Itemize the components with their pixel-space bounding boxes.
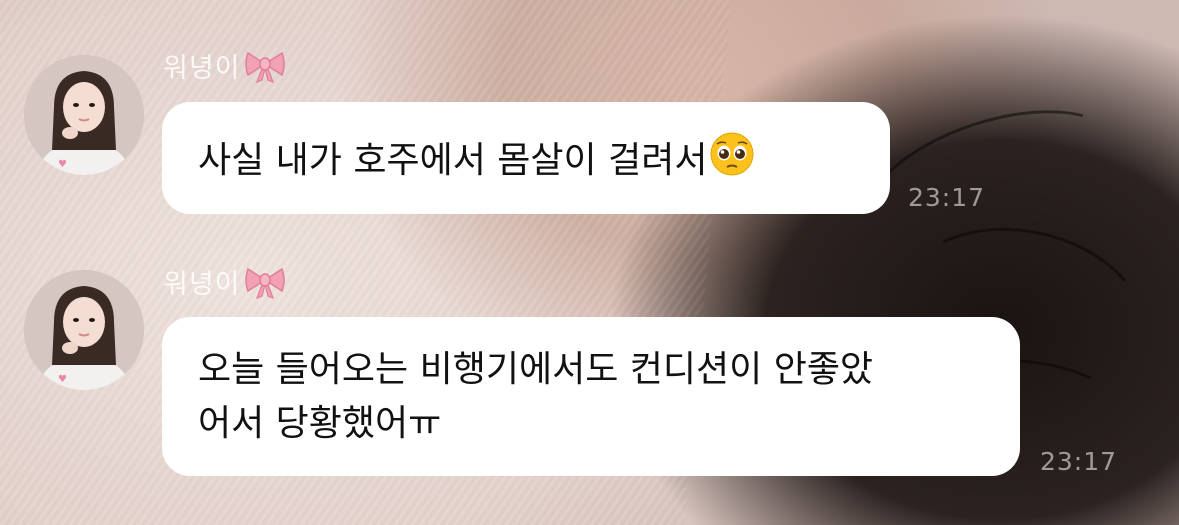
pleading-face-icon — [709, 131, 755, 193]
avatar[interactable]: ♥ — [24, 270, 144, 390]
message-text-line: 어서 당황했어ㅠ — [198, 403, 442, 444]
message-timestamp: 23:17 — [908, 183, 986, 212]
sender-name: 워녕이 — [163, 46, 286, 91]
message-text: 사실 내가 호주에서 몸살이 걸려서 — [198, 140, 708, 181]
avatar[interactable]: ♥ — [24, 55, 144, 175]
sender-name: 워녕이 — [163, 262, 286, 307]
ribbon-bow-icon — [244, 48, 286, 91]
svg-text:♥: ♥ — [58, 374, 67, 385]
message-bubble[interactable]: 사실 내가 호주에서 몸살이 걸려서 — [162, 102, 890, 214]
ribbon-bow-icon — [244, 264, 286, 307]
message-text-line: 오늘 들어오는 비행기에서도 컨디션이 안좋았 — [198, 349, 874, 390]
message-timestamp: 23:17 — [1040, 447, 1118, 476]
svg-text:♥: ♥ — [58, 159, 67, 170]
message-bubble[interactable]: 오늘 들어오는 비행기에서도 컨디션이 안좋았 어서 당황했어ㅠ — [162, 317, 1020, 476]
